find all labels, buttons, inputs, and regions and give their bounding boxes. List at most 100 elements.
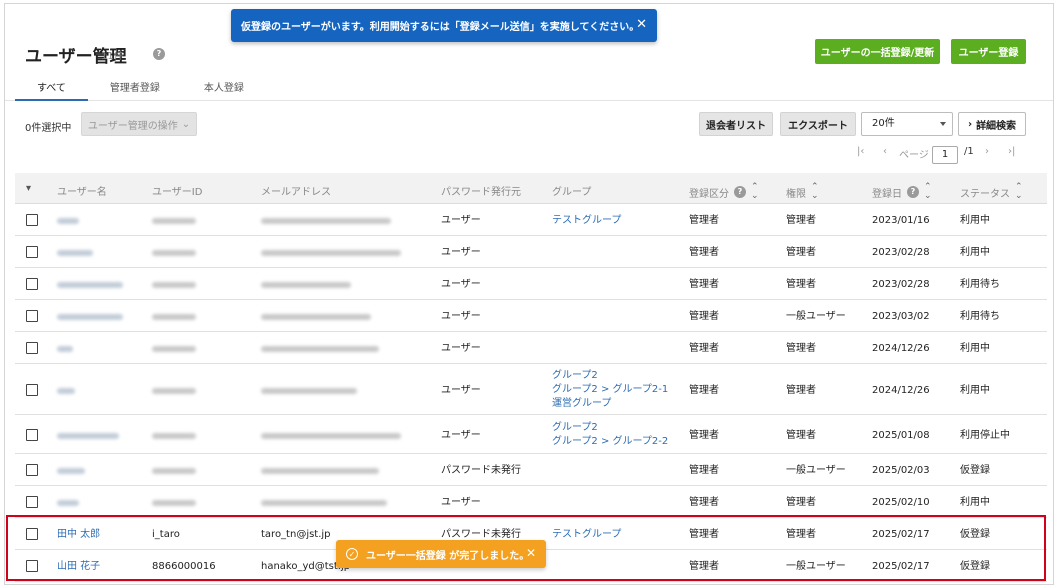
col-reg-date-wrap[interactable]: 登録日 ? ⌃ ⌄ (872, 183, 931, 201)
row-checkbox[interactable] (26, 310, 38, 322)
toast-message: ユーザー一括登録 が完了しました。 (366, 550, 530, 562)
group-link[interactable]: グループ2 > グループ2-1 (552, 383, 668, 397)
col-password-source: パスワード発行元 (441, 187, 521, 198)
group-link[interactable]: グループ2 > グループ2-2 (552, 435, 668, 449)
user-role: 管理者 (786, 215, 816, 226)
bulk-complete-toast: ✓ ユーザー一括登録 が完了しました。 ✕ (336, 540, 546, 568)
table-row[interactable]: ユーザー テストグループ 管理者 管理者 2023/01/16 利用中 (15, 204, 1047, 236)
registration-date: 2025/02/03 (872, 465, 930, 476)
col-role-wrap[interactable]: 権限 ⌃ ⌄ (786, 183, 818, 201)
bulk-register-button[interactable]: ユーザーの一括登録/更新 (815, 39, 940, 64)
col-status: ステータス (960, 188, 1010, 200)
user-role: 一般ユーザー (786, 311, 846, 322)
prev-page-icon[interactable]: ‹ (883, 146, 887, 157)
per-page-value: 20件 (872, 118, 895, 129)
row-checkbox[interactable] (26, 342, 38, 354)
row-checkbox[interactable] (26, 464, 38, 476)
export-button[interactable]: エクスポート (780, 112, 856, 136)
chevron-right-icon: › (967, 118, 973, 130)
registration-date: 2024/12/26 (872, 385, 930, 396)
sort-icon[interactable]: ⌃ ⌄ (1015, 183, 1022, 201)
per-page-select[interactable]: 20件 (861, 112, 953, 136)
registration-date: 2023/01/16 (872, 215, 930, 226)
redacted-user-id (152, 468, 196, 474)
table-row[interactable]: ユーザー 管理者 管理者 2023/02/28 利用中 (15, 236, 1047, 268)
table-row[interactable]: ユーザー グループ2 グループ2 > グループ2-2 管理者 管理者 2025/01/08… (15, 415, 1047, 454)
table-row[interactable]: ユーザー 管理者 管理者 2024/12/26 利用中 (15, 332, 1047, 364)
registration-type: 管理者 (689, 247, 719, 258)
page-number-input[interactable]: 1 (932, 146, 958, 164)
redacted-user-id (152, 500, 196, 506)
redacted-email (261, 218, 391, 224)
redacted-user-id (152, 218, 196, 224)
redacted-user-id (152, 314, 196, 320)
col-reg-type-wrap[interactable]: 登録区分 ? ⌃ ⌄ (689, 183, 758, 201)
col-status-wrap[interactable]: ステータス ⌃ ⌄ (960, 183, 1022, 201)
group-links: グループ2 グループ2 > グループ2-2 (552, 421, 668, 449)
register-user-button[interactable]: ユーザー登録 (951, 39, 1026, 64)
row-checkbox[interactable] (26, 214, 38, 226)
registration-type: 管理者 (689, 465, 719, 476)
app-frame: ユーザー管理 11件 ? ユーザーの一括登録/更新 ユーザー登録 すべて 管理者… (4, 3, 1054, 585)
user-role: 管理者 (786, 279, 816, 290)
table-row[interactable]: ユーザー 管理者 一般ユーザー 2023/03/02 利用待ち (15, 300, 1047, 332)
next-page-icon[interactable]: › (985, 146, 989, 157)
group-link[interactable]: グループ2 (552, 421, 668, 435)
check-circle-icon: ✓ (346, 548, 358, 560)
first-page-icon[interactable]: |‹ (857, 146, 864, 157)
password-source: ユーザー (441, 385, 481, 396)
redacted-user-name (57, 433, 119, 439)
sort-icon[interactable]: ⌃ ⌄ (924, 183, 931, 201)
table-row[interactable]: ユーザー グループ2 グループ2 > グループ2-1 運営グループ 管理者 管理者 2024… (15, 364, 1047, 415)
password-source: ユーザー (441, 430, 481, 441)
sort-icon[interactable]: ⌃ ⌄ (811, 183, 818, 201)
tab-admin-registered[interactable]: 管理者登録 (88, 80, 182, 101)
user-count: 11件 (101, 51, 124, 62)
group-link[interactable]: グループ2 (552, 369, 668, 383)
table-row[interactable]: ユーザー 管理者 管理者 2025/02/10 利用中 (15, 486, 1047, 518)
password-source: ユーザー (441, 497, 481, 508)
redacted-user-name (57, 218, 79, 224)
row-checkbox[interactable] (26, 246, 38, 258)
advanced-search-button[interactable]: › 詳細検索 (958, 112, 1026, 136)
redacted-email (261, 282, 351, 288)
col-reg-date: 登録日 (872, 188, 902, 200)
chevron-down-icon: ⌄ (181, 118, 191, 130)
row-checkbox[interactable] (26, 429, 38, 441)
password-source: ユーザー (441, 311, 481, 322)
caret-down-icon (940, 122, 946, 126)
last-page-icon[interactable]: ›| (1008, 146, 1015, 157)
redacted-email (261, 468, 379, 474)
table-header: ▾ ユーザー名 ユーザーID メールアドレス パスワード発行元 グループ 登録区… (15, 173, 1047, 204)
password-source: ユーザー (441, 343, 481, 354)
tab-bar: すべて 管理者登録 本人登録 (15, 80, 266, 101)
user-role: 管理者 (786, 430, 816, 441)
expand-all-icon[interactable]: ▾ (26, 183, 31, 194)
group-links: グループ2 グループ2 > グループ2-1 運営グループ (552, 369, 668, 411)
help-icon[interactable]: ? (153, 48, 165, 60)
registration-type: 管理者 (689, 215, 719, 226)
redacted-user-name (57, 250, 93, 256)
close-icon[interactable]: ✕ (526, 546, 536, 560)
table-row[interactable]: ユーザー 管理者 管理者 2023/02/28 利用待ち (15, 268, 1047, 300)
close-icon[interactable]: ✕ (636, 17, 647, 32)
tab-self-registered[interactable]: 本人登録 (182, 80, 266, 101)
group-link[interactable]: 運営グループ (552, 397, 668, 411)
group-link[interactable]: テストグループ (552, 214, 621, 228)
user-operations-dropdown: ユーザー管理の操作 ⌄ (81, 112, 197, 136)
table-row[interactable]: パスワード未発行 管理者 一般ユーザー 2025/02/03 仮登録 (15, 454, 1047, 486)
redacted-email (261, 346, 379, 352)
withdrawn-list-button[interactable]: 退会者リスト (699, 112, 773, 136)
selection-count: 0件選択中 (25, 123, 72, 134)
user-status: 利用中 (960, 343, 990, 354)
row-checkbox[interactable] (26, 384, 38, 396)
tab-all[interactable]: すべて (15, 80, 88, 101)
help-icon[interactable]: ? (734, 186, 746, 198)
row-checkbox[interactable] (26, 496, 38, 508)
row-checkbox[interactable] (26, 278, 38, 290)
registration-date: 2023/02/28 (872, 247, 930, 258)
registration-type: 管理者 (689, 430, 719, 441)
sort-icon[interactable]: ⌃ ⌄ (751, 183, 758, 201)
user-status: 仮登録 (960, 465, 990, 476)
help-icon[interactable]: ? (907, 186, 919, 198)
